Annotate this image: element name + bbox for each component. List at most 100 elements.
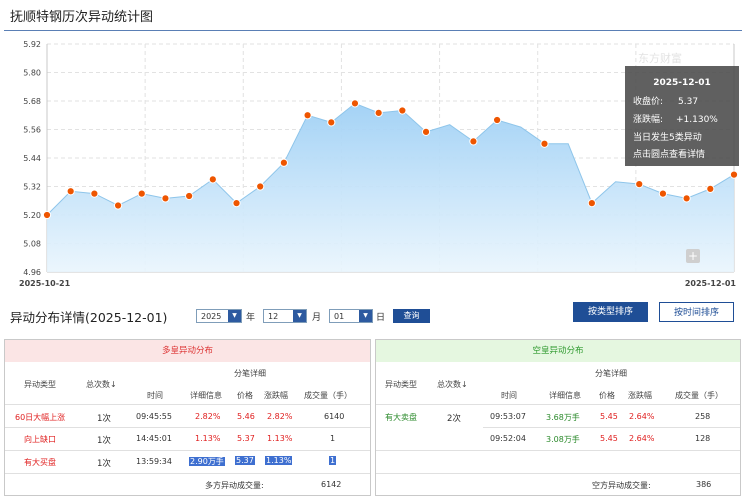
event-point[interactable] [398, 106, 407, 115]
event-point[interactable] [303, 111, 312, 120]
event-point[interactable] [327, 118, 336, 127]
event-point[interactable] [350, 99, 360, 108]
row-count: 1次 [97, 459, 111, 469]
x-end-label: 2025-12-01 [685, 279, 737, 288]
month-unit: 月 [312, 313, 322, 323]
row-vol: 1 [329, 456, 337, 465]
header-type: 异动类型 [385, 380, 417, 389]
event-point[interactable] [374, 108, 383, 117]
header-group: 分笔详细 [234, 369, 266, 378]
header-count: 总次数↓ [437, 380, 468, 389]
header-info: 详细信息 [190, 391, 222, 400]
header-vol: 成交量（手） [675, 391, 723, 400]
short-total-value: 386 [696, 480, 712, 489]
y-tick-label: 5.44 [23, 154, 41, 163]
chevron-down-icon: ▼ [228, 310, 241, 322]
row-chg: 1.13% [267, 434, 293, 443]
title-divider [4, 30, 742, 31]
header-time: 时间 [147, 391, 163, 400]
event-point[interactable] [161, 194, 170, 203]
row-time: 09:52:04 [490, 434, 526, 443]
detail-title: 异动分布详情(2025-12-01) [10, 310, 168, 325]
event-point[interactable] [66, 187, 75, 196]
month-select[interactable]: 12 ▼ [263, 309, 307, 323]
event-point[interactable] [587, 199, 596, 208]
multi-panel-title: 多皇异动分布 [5, 340, 370, 362]
tooltip-line4: 点击圆点查看详情 [633, 148, 705, 160]
row-info: 2.82% [195, 412, 221, 421]
header-vol: 成交量（手） [304, 391, 352, 400]
day-value: 01 [334, 312, 345, 321]
event-point[interactable] [540, 139, 549, 148]
event-point[interactable] [90, 189, 99, 198]
event-point[interactable] [469, 137, 478, 146]
event-point[interactable] [706, 184, 715, 193]
chart-watermark: 东方财富 [638, 51, 682, 65]
chevron-down-icon: ▼ [359, 310, 372, 322]
row-info: 3.68万手 [546, 413, 580, 422]
day-unit: 日 [376, 313, 386, 323]
row-count: 2次 [447, 414, 461, 424]
year-select[interactable]: 2025 ▼ [196, 309, 242, 323]
event-point[interactable] [493, 115, 502, 125]
row-type[interactable]: 有大卖盘 [385, 412, 417, 423]
day-select[interactable]: 01 ▼ [329, 309, 373, 323]
row-info: 3.08万手 [546, 435, 580, 444]
event-point[interactable] [256, 182, 265, 191]
x-start-label: 2025-10-21 [19, 279, 71, 288]
y-tick-label: 5.20 [23, 211, 41, 220]
row-chg: 1.13% [265, 456, 293, 465]
y-tick-label: 4.96 [23, 268, 41, 277]
header-type: 异动类型 [24, 380, 56, 389]
row-type[interactable]: 向上缺口 [24, 434, 56, 445]
row-type[interactable]: 有大买盘 [24, 457, 56, 468]
row-price: 5.45 [600, 412, 618, 421]
zoom-button[interactable]: + [686, 249, 700, 263]
event-point[interactable] [42, 210, 52, 220]
multi-total-label: 多方异动成交量: [205, 481, 264, 490]
sort-by-time-button[interactable]: 按时间排序 [659, 302, 734, 322]
sort-by-type-button[interactable]: 按类型排序 [573, 302, 648, 322]
row-vol: 6140 [324, 412, 345, 421]
row-chg: 2.82% [267, 412, 293, 421]
year-value: 2025 [201, 312, 222, 321]
tooltip-close-value: 5.37 [678, 97, 698, 107]
event-point[interactable] [729, 170, 739, 179]
tooltip-date: 2025-12-01 [653, 78, 711, 88]
row-info: 1.13% [195, 434, 221, 443]
row-chg: 2.64% [629, 434, 655, 443]
header-price: 价格 [237, 391, 253, 400]
chart-tooltip: 2025-12-01 收盘价: 5.37 涨跌幅: +1.130% 当日发生5类… [625, 66, 739, 166]
y-tick-label: 5.32 [23, 183, 41, 192]
event-point[interactable] [208, 175, 217, 184]
month-value: 12 [268, 312, 279, 321]
header-time: 时间 [501, 391, 517, 400]
event-point[interactable] [682, 194, 691, 203]
event-point[interactable] [635, 180, 644, 189]
event-point[interactable] [232, 199, 241, 208]
y-tick-label: 5.80 [23, 69, 41, 78]
header-chg: 涨跌幅 [628, 391, 652, 400]
event-point[interactable] [137, 189, 146, 198]
plus-icon: + [688, 249, 698, 263]
header-price: 价格 [599, 391, 615, 400]
multi-panel: 多皇异动分布 分笔详细 异动类型 总次数↓ 时间 详细信息 价格 涨跌幅 成交量… [4, 339, 371, 496]
header-group: 分笔详细 [595, 369, 627, 378]
y-tick-label: 5.68 [23, 97, 41, 106]
tooltip-change-label: 涨跌幅: [633, 113, 663, 125]
event-point[interactable] [185, 191, 194, 201]
event-point[interactable] [658, 189, 668, 198]
multi-total-value: 6142 [321, 480, 342, 489]
row-time: 09:53:07 [490, 412, 526, 421]
row-price: 5.45 [600, 434, 618, 443]
row-chg: 2.64% [629, 412, 655, 421]
query-button[interactable]: 查询 [393, 309, 430, 323]
header-count: 总次数↓ [86, 380, 117, 389]
tooltip-close-label: 收盘价: [633, 95, 663, 107]
event-point[interactable] [113, 201, 123, 210]
event-point[interactable] [279, 158, 288, 167]
row-type[interactable]: 60日大幅上涨 [15, 412, 65, 423]
event-point[interactable] [421, 127, 431, 136]
short-panel: 空皇异动分布 分笔详细 异动类型 总次数↓ 时间 详细信息 价格 涨跌幅 成交量… [375, 339, 741, 496]
y-tick-label: 5.08 [23, 240, 41, 249]
